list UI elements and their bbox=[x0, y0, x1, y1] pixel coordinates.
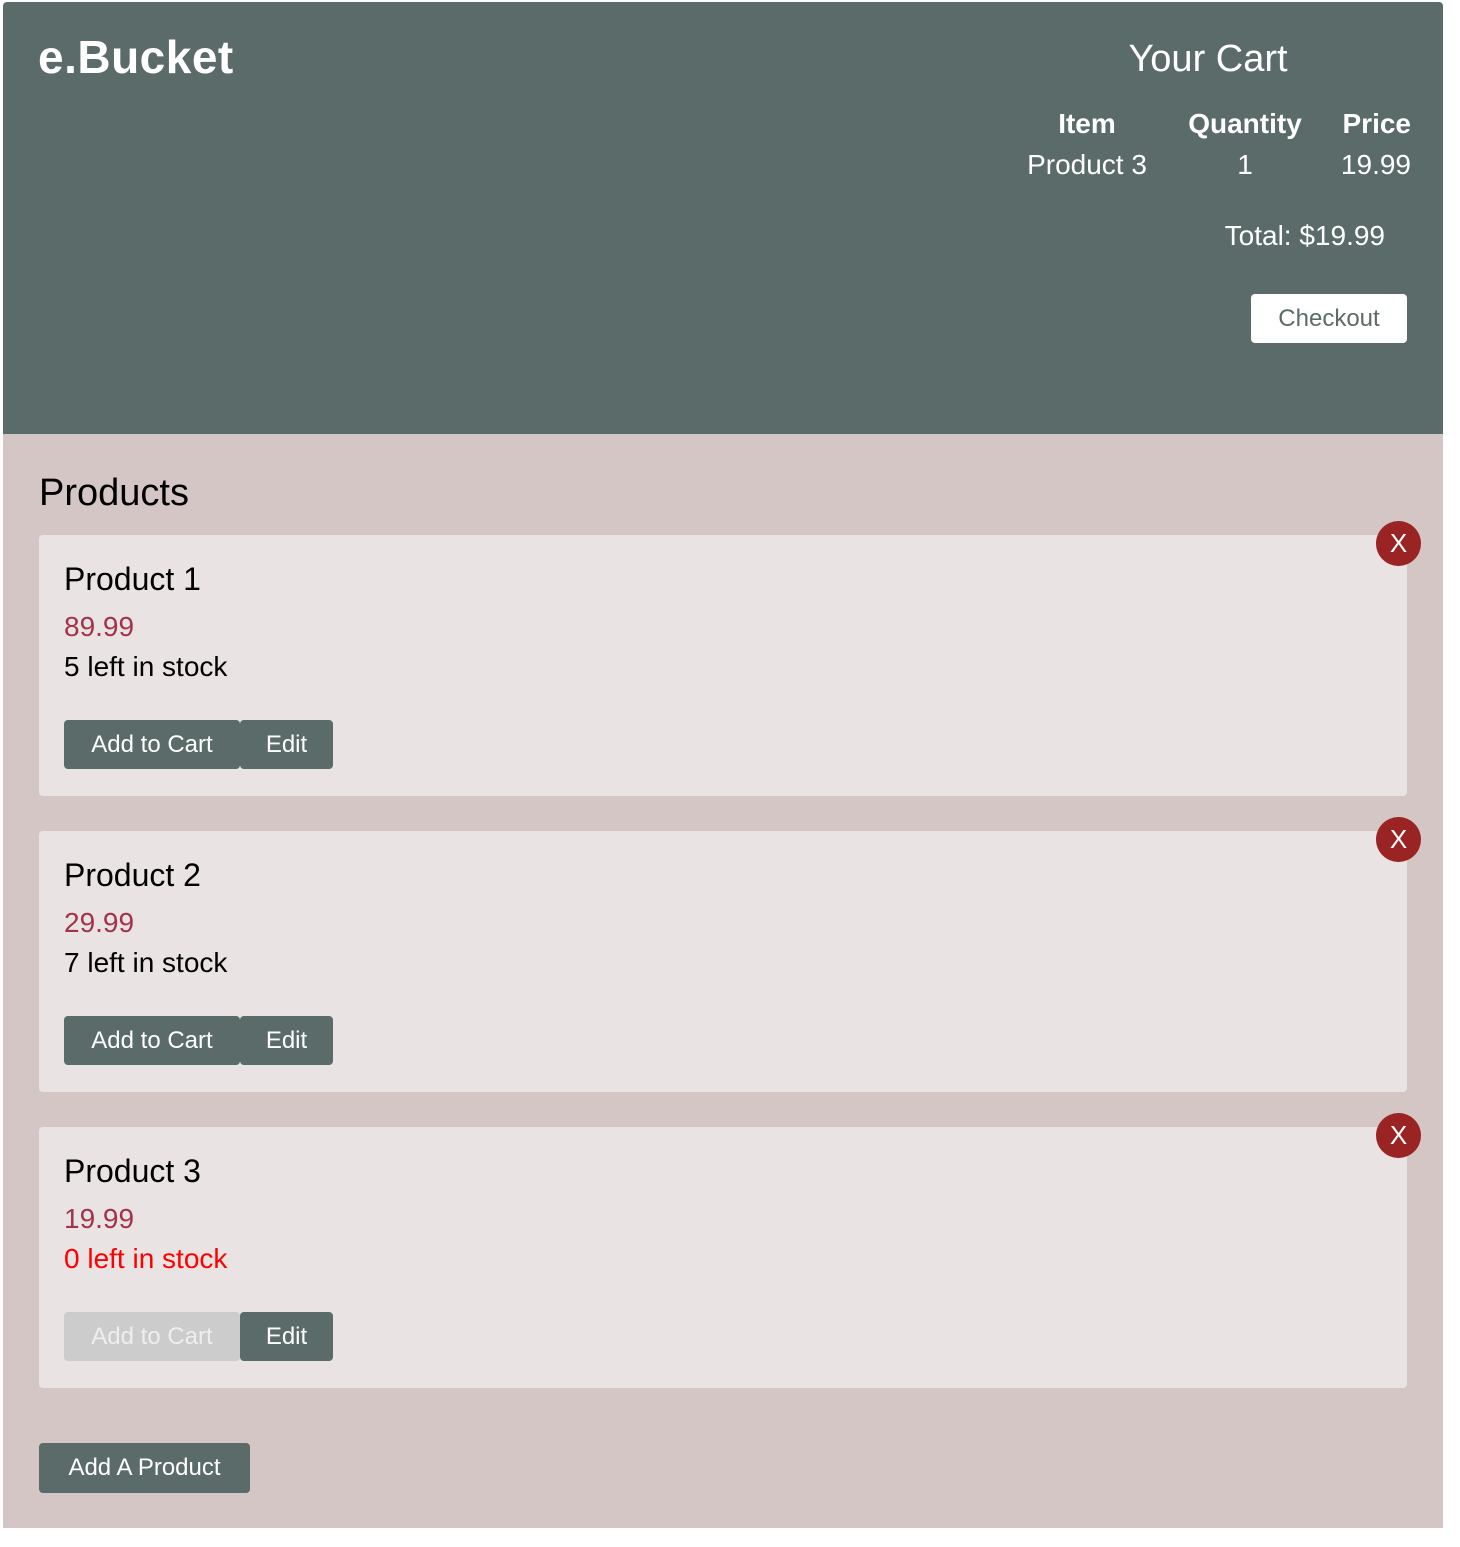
cart-column-price: Price bbox=[1342, 108, 1412, 139]
products-section: Products Product 1 89.99 5 left in stock… bbox=[3, 434, 1443, 1528]
cart-item-price: 19.99 bbox=[1340, 149, 1411, 180]
product-stock: 7 left in stock bbox=[64, 947, 228, 978]
cart-panel: Your Cart Item Quantity Price Product 3 … bbox=[1003, 2, 1443, 434]
edit-button[interactable]: Edit bbox=[240, 1312, 333, 1361]
cart-column-item: Item bbox=[1058, 108, 1116, 139]
add-to-cart-button[interactable]: Add to Cart bbox=[64, 720, 240, 769]
add-to-cart-button[interactable]: Add to Cart bbox=[64, 1016, 240, 1065]
cart-table-row: Product 3 1 19.99 bbox=[1003, 146, 1411, 184]
cart-item-quantity: 1 bbox=[1237, 149, 1253, 180]
products-heading: Products bbox=[39, 472, 189, 514]
cart-column-quantity: Quantity bbox=[1188, 108, 1302, 139]
product-name: Product 2 bbox=[64, 857, 201, 893]
product-price: 19.99 bbox=[64, 1203, 135, 1234]
product-actions: Add to Cart Edit bbox=[64, 720, 333, 769]
product-stock: 5 left in stock bbox=[64, 651, 228, 682]
cart-item-name: Product 3 bbox=[1027, 149, 1147, 180]
cart-title: Your Cart bbox=[1128, 38, 1288, 80]
edit-button[interactable]: Edit bbox=[240, 720, 333, 769]
product-card: Product 1 89.99 5 left in stock Add to C… bbox=[39, 521, 1421, 796]
product-price: 89.99 bbox=[64, 611, 135, 642]
site-header: e.Bucket Your Cart Item Quantity Price P… bbox=[3, 2, 1443, 434]
delete-product-button[interactable]: X bbox=[1376, 1113, 1421, 1158]
cart-table-header-row: Item Quantity Price bbox=[1003, 102, 1411, 146]
edit-button[interactable]: Edit bbox=[240, 1016, 333, 1065]
add-to-cart-button: Add to Cart bbox=[64, 1312, 240, 1361]
product-card: Product 3 19.99 0 left in stock Add to C… bbox=[39, 1113, 1421, 1388]
product-price: 29.99 bbox=[64, 907, 135, 938]
delete-product-button[interactable]: X bbox=[1376, 817, 1421, 862]
product-stock: 0 left in stock bbox=[64, 1243, 228, 1274]
product-actions: Add to Cart Edit bbox=[64, 1312, 333, 1361]
app-root: e.Bucket Your Cart Item Quantity Price P… bbox=[3, 2, 1443, 1528]
product-actions: Add to Cart Edit bbox=[64, 1016, 333, 1065]
product-name: Product 3 bbox=[64, 1153, 201, 1189]
checkout-button[interactable]: Checkout bbox=[1251, 294, 1407, 343]
cart-total: Total: $19.99 bbox=[1224, 220, 1385, 251]
product-card: Product 2 29.99 7 left in stock Add to C… bbox=[39, 817, 1421, 1092]
cart-table: Item Quantity Price Product 3 1 19.99 bbox=[1003, 102, 1411, 184]
delete-product-button[interactable]: X bbox=[1376, 521, 1421, 566]
site-logo: e.Bucket bbox=[38, 31, 234, 83]
product-name: Product 1 bbox=[64, 561, 201, 597]
add-product-button[interactable]: Add A Product bbox=[39, 1443, 250, 1493]
